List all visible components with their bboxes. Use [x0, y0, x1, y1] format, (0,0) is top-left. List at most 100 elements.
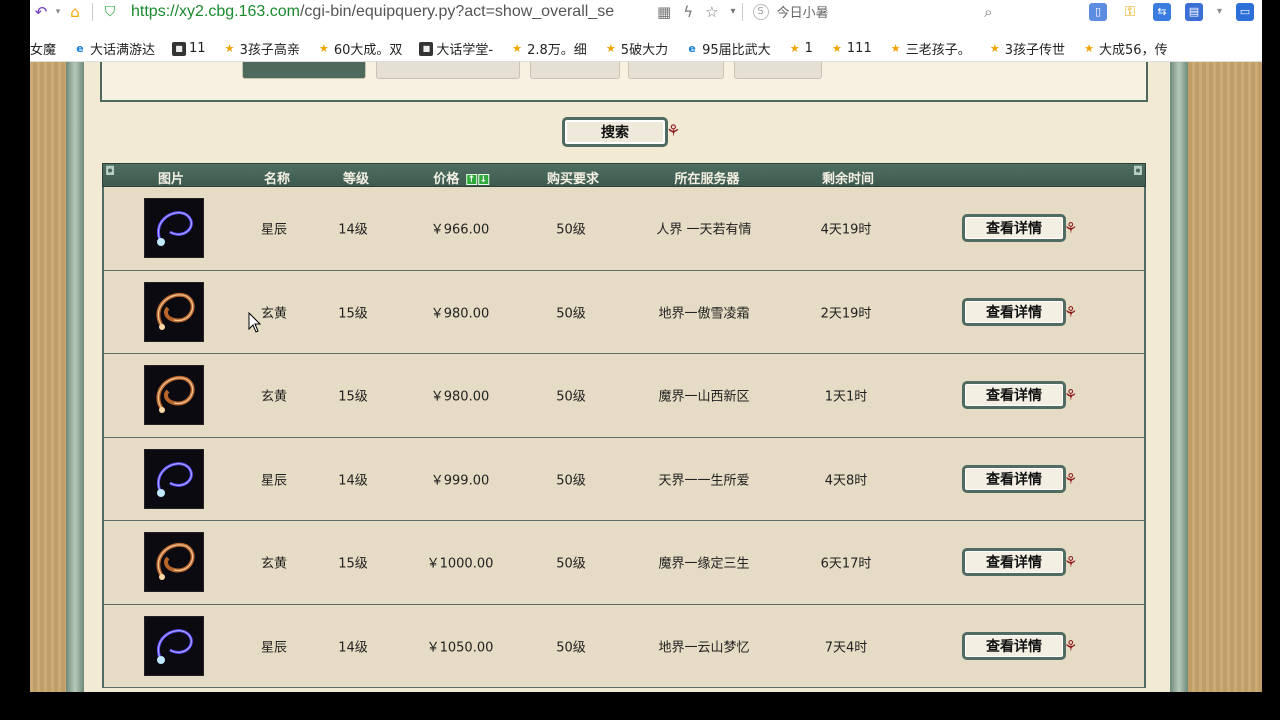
- cell-server: 人界 一天若有情: [656, 222, 752, 238]
- view-details-button[interactable]: 查看详情: [962, 297, 1066, 326]
- item-image-blue[interactable]: [144, 448, 204, 509]
- cell-name: 玄黄: [260, 556, 288, 572]
- bookmark-item[interactable]: ★ 5破大力: [604, 39, 668, 58]
- divider: [741, 2, 743, 21]
- url-host: xy2.cbg.163.com: [179, 2, 300, 20]
- undo-icon[interactable]: ↶: [30, 0, 52, 23]
- item-image-blue[interactable]: [144, 198, 204, 258]
- bookmark-label: 大话学堂-: [436, 43, 494, 58]
- filter-tab[interactable]: [628, 62, 724, 79]
- cell-server: 魔界一缘定三生: [658, 556, 750, 572]
- url-path: /cgi-bin/equipquery.py?act=show_overall_…: [299, 2, 615, 20]
- chevron-down-icon[interactable]: ▾: [731, 6, 736, 17]
- star-icon: ★: [890, 42, 901, 55]
- cell-server: 魔界一山西新区: [658, 389, 750, 405]
- table-row: 玄黄 15级 ￥1000.00 50级 魔界一缘定三生 6天17时 查看详情 ⚘: [104, 521, 1144, 605]
- table-row: 星辰 14级 ￥1050.00 50级 地界一云山梦忆 7天4时 查看详情 ⚘: [104, 605, 1144, 688]
- view-details-button[interactable]: 查看详情: [962, 631, 1066, 660]
- qr-icon[interactable]: ▦: [657, 3, 671, 21]
- document-icon[interactable]: ▤: [1184, 2, 1203, 21]
- screen-icon[interactable]: ▭: [1236, 2, 1254, 21]
- search-engine-icon: S: [752, 3, 769, 20]
- url-field[interactable]: https://xy2.cbg.163.com/cgi-bin/equipque…: [131, 3, 651, 21]
- key-icon[interactable]: ⚿: [1121, 3, 1139, 21]
- bookmarks-bar: ★女魔e大话满游达■11★3孩子高亲★60大成。双■大话学堂-★2.8万。细★5…: [30, 36, 1262, 62]
- table-row: 星辰 14级 ￥966.00 50级 人界 一天若有情 4天19时 查看详情 ⚘: [104, 187, 1144, 271]
- ribbon-icon: ⚘: [666, 121, 681, 140]
- bookmark-item[interactable]: ★ 60大成。双: [317, 39, 402, 58]
- cell-remaining: 4天19时: [820, 222, 872, 238]
- cell-remaining: 2天19时: [820, 306, 872, 322]
- bookmark-label: 11: [189, 41, 206, 56]
- cell-level: 14级: [338, 222, 368, 238]
- cell-remaining: 7天4时: [824, 640, 868, 656]
- view-details-button[interactable]: 查看详情: [962, 464, 1066, 493]
- star-icon: ★: [789, 42, 800, 55]
- dropdown-icon[interactable]: ▾: [52, 0, 64, 23]
- search-icon[interactable]: ⌕: [984, 3, 992, 21]
- frame-right: [1170, 62, 1188, 692]
- bookmark-item[interactable]: ★ 三老孩子。: [889, 39, 971, 58]
- ribbon-icon: ⚘: [1064, 302, 1078, 321]
- divider: [92, 2, 93, 21]
- mouse-cursor-icon: [248, 312, 262, 333]
- cell-price: ￥1050.00: [426, 640, 494, 656]
- letterbox-bottom: [0, 692, 1280, 720]
- view-details-button[interactable]: 查看详情: [962, 381, 1066, 409]
- chevron-down-icon[interactable]: ▾: [1217, 6, 1222, 17]
- filter-tab[interactable]: [530, 62, 620, 79]
- cell-server: 地界一云山梦忆: [658, 640, 750, 656]
- item-image-gold[interactable]: [144, 532, 204, 592]
- bookmark-item[interactable]: ★ 3孩子高亲: [223, 39, 300, 58]
- results-table: 图片 名称 等级 价格 ↑ ↓ 购买要求 所在服务器 剩余时间 星辰 14级 ￥96…: [102, 163, 1146, 692]
- bookmark-item[interactable]: e 95届比武大: [685, 39, 770, 58]
- bookmark-item[interactable]: ★ 2.8万。细: [510, 39, 587, 58]
- star-icon[interactable]: ☆: [705, 3, 718, 21]
- view-details-button[interactable]: 查看详情: [962, 548, 1066, 576]
- item-image-gold[interactable]: [144, 281, 204, 342]
- browser-window: ↶ ▾ ⌂ ⛉ https://xy2.cbg.163.com/cgi-bin/…: [30, 0, 1262, 692]
- extension-bar: ▯ ⚿ ⇆ ▤ ▾ ▭: [1088, 2, 1254, 21]
- item-image-blue[interactable]: [144, 615, 204, 676]
- bookmark-item[interactable]: ★ 3孩子传世: [988, 39, 1065, 58]
- sort-up-icon[interactable]: ↑: [465, 174, 477, 185]
- cell-level: 14级: [338, 640, 368, 656]
- cell-server: 地界一傲雪凌霜: [658, 306, 750, 322]
- bookmark-item[interactable]: e 大话满游达: [73, 39, 155, 58]
- lightning-icon[interactable]: ϟ: [683, 3, 693, 21]
- search-hint: 今日小暑: [776, 6, 829, 21]
- view-details-button[interactable]: 查看详情: [962, 214, 1066, 242]
- filter-tab[interactable]: [734, 62, 822, 79]
- cell-remaining: 4天8时: [824, 473, 868, 489]
- cell-name: 玄黄: [260, 389, 288, 405]
- bookmark-label: 5破大力: [620, 43, 669, 58]
- browser-icon: e: [688, 42, 696, 55]
- page-content: 搜索 ⚘ 图片 名称 等级 价格 ↑ ↓ 购买要求 所在服务器 剩余时间 星辰 1…: [30, 62, 1262, 692]
- bookmark-item[interactable]: ■ 大话学堂-: [419, 39, 493, 58]
- extension-icon[interactable]: ▯: [1088, 2, 1107, 21]
- item-image-gold[interactable]: [144, 365, 204, 425]
- bookmark-item[interactable]: ■ 11: [172, 41, 206, 56]
- table-header: 图片 名称 等级 价格 ↑ ↓ 购买要求 所在服务器 剩余时间: [102, 163, 1146, 187]
- home-icon[interactable]: ⌂: [64, 0, 86, 23]
- bookmark-item[interactable]: ★ 1: [788, 41, 813, 56]
- filter-tab[interactable]: [242, 62, 366, 79]
- search-box[interactable]: S 今日小暑 ⌕: [752, 2, 993, 21]
- filter-tab[interactable]: [376, 62, 520, 79]
- cell-server: 天界一一生所爱: [658, 473, 750, 489]
- search-button[interactable]: 搜索: [562, 117, 668, 147]
- bookmark-item[interactable]: ★女魔: [30, 39, 56, 58]
- star-icon: ★: [512, 42, 523, 55]
- bookmark-item[interactable]: ★ 大成56，传: [1082, 39, 1167, 58]
- letterbox-right: [1262, 0, 1280, 720]
- header-level: 等级: [342, 172, 370, 187]
- address-tools: ▦ ϟ ☆ ▾: [657, 3, 736, 21]
- bookmark-item[interactable]: ★ 111: [830, 41, 872, 56]
- cell-name: 玄黄: [260, 306, 288, 322]
- cell-req: 50级: [556, 306, 586, 322]
- header-price-label[interactable]: 价格: [433, 172, 459, 187]
- shield-icon[interactable]: ⛉: [99, 0, 121, 23]
- translate-icon[interactable]: ⇆: [1152, 2, 1171, 21]
- bookmark-label: 2.8万。细: [527, 43, 587, 58]
- sort-down-icon[interactable]: ↓: [477, 174, 489, 185]
